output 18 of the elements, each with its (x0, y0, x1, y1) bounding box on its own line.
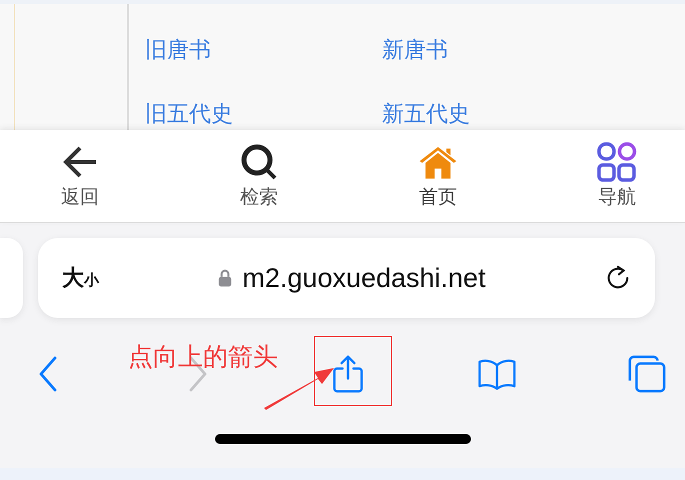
search-icon (239, 142, 279, 182)
book-link[interactable]: 旧五代史 (145, 100, 382, 130)
grid-icon (597, 142, 637, 182)
grid-nav-item[interactable]: 导航 (577, 142, 657, 210)
back-nav-item[interactable]: 返回 (40, 142, 120, 210)
lock-icon (218, 269, 232, 287)
annotation-text: 点向上的箭头 (128, 341, 278, 373)
search-nav-item[interactable]: 检索 (219, 142, 299, 210)
book-link[interactable]: 旧唐书 (145, 36, 382, 66)
tabs-icon[interactable] (627, 354, 667, 394)
home-nav-item[interactable]: 首页 (398, 142, 478, 210)
reload-icon[interactable] (605, 265, 631, 291)
back-chevron-icon[interactable] (38, 356, 58, 392)
book-link[interactable]: 新唐书 (382, 36, 582, 66)
url-text: m2.guoxuedashi.net (242, 262, 486, 294)
address-bar[interactable]: 大小 m2.guoxuedashi.net (38, 238, 655, 318)
text-size-button[interactable]: 大小 (62, 263, 99, 293)
book-link[interactable]: 新五代史 (382, 100, 582, 130)
